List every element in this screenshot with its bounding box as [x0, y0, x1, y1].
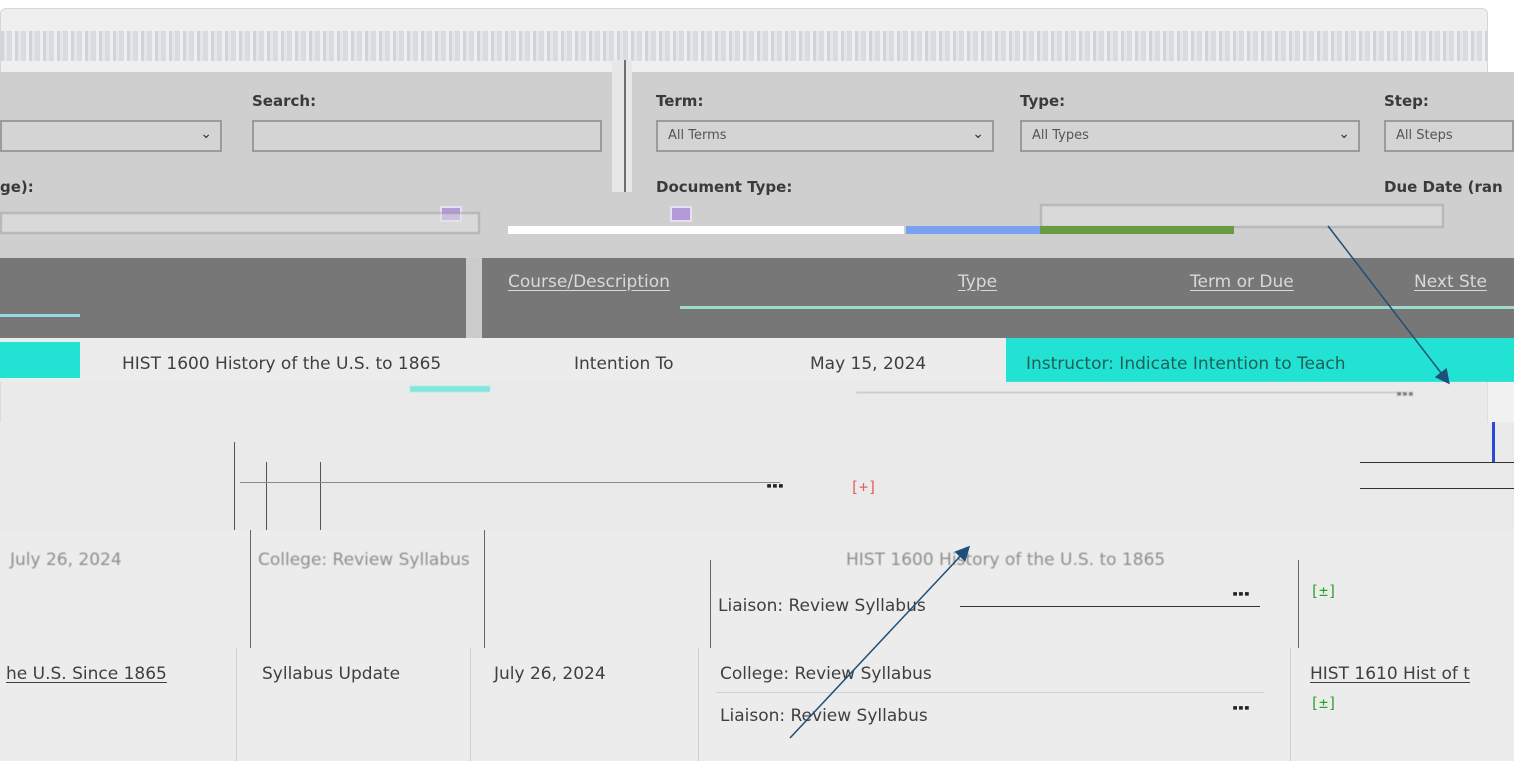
row1-type: Intention To — [574, 354, 674, 374]
color-strip-blue — [906, 226, 1040, 234]
kebab-menu-icon[interactable]: ⋮ — [1229, 584, 1253, 600]
column-resize-handle[interactable] — [612, 60, 632, 192]
chevron-down-icon: ⌄ — [1338, 126, 1350, 142]
row3-step1[interactable]: College: Review Syllabus — [720, 664, 932, 684]
garbled-title-band — [1, 31, 1487, 61]
row3-type: Syllabus Update — [262, 664, 401, 684]
color-strip-white — [508, 226, 904, 234]
header-separator — [466, 258, 482, 338]
column-border — [236, 648, 237, 761]
row-divider — [240, 482, 780, 483]
header-stripe — [680, 306, 1514, 309]
step-label: Step: — [1384, 92, 1429, 110]
row-stripe — [410, 386, 490, 392]
color-strip-green — [1040, 226, 1234, 234]
row2-course[interactable]: HIST 1600 History of the U.S. to 1865 — [846, 550, 1165, 570]
kebab-menu-icon[interactable]: ⋮ — [1393, 384, 1417, 400]
column-border — [234, 442, 235, 530]
column-border — [1290, 648, 1291, 761]
expand-toggle-icon[interactable]: [+] — [850, 478, 877, 496]
type-select[interactable]: All Types ⌄ — [1020, 120, 1360, 152]
table-row[interactable]: ⋮ [+] — [0, 422, 1514, 530]
kebab-menu-icon[interactable]: ⋮ — [763, 476, 787, 492]
step-select[interactable]: All Steps — [1384, 120, 1514, 152]
type-label: Type: — [1020, 92, 1066, 110]
column-border — [484, 530, 485, 648]
row1-step[interactable]: Instructor: Indicate Intention to Teach — [1026, 354, 1346, 374]
row2-step2[interactable]: Liaison: Review Syllabus — [718, 596, 926, 616]
chevron-down-icon: ⌄ — [972, 126, 984, 142]
header-term-due[interactable]: Term or Due — [1190, 272, 1294, 292]
header-course[interactable]: Course/Description — [508, 272, 670, 292]
row3-next-course[interactable]: HIST 1610 Hist of t — [1310, 664, 1470, 684]
expand-toggle-icon[interactable]: [±] — [1310, 694, 1337, 712]
header-stripe — [0, 314, 80, 317]
table-row[interactable]: HIST 1600 History of the U.S. to 1865 In… — [0, 338, 1514, 382]
column-border — [710, 560, 711, 648]
step-select-value: All Steps — [1396, 128, 1453, 143]
document-type-label: Document Type: — [656, 178, 793, 196]
column-border — [1298, 560, 1299, 648]
column-border — [698, 648, 699, 761]
type-select-value: All Types — [1032, 128, 1089, 143]
table-row[interactable]: July 26, 2024 College: Review Syllabus L… — [0, 530, 1514, 648]
chevron-down-icon: ⌄ — [200, 126, 212, 142]
table-header: Course/Description Type Term or Due Next… — [0, 258, 1514, 338]
row-divider — [856, 392, 1404, 393]
column-border — [320, 462, 321, 530]
due-date-label: Due Date (ran — [1384, 178, 1503, 196]
column-border — [470, 648, 471, 761]
column-border — [250, 530, 251, 648]
term-label: Term: — [656, 92, 704, 110]
row-divider — [1360, 488, 1514, 489]
expand-toggle-icon[interactable]: [±] — [1310, 582, 1337, 600]
header-next-step[interactable]: Next Ste — [1414, 272, 1487, 292]
term-select[interactable]: All Terms ⌄ — [656, 120, 994, 152]
term-select-value: All Terms — [668, 128, 727, 143]
row1-course[interactable]: HIST 1600 History of the U.S. to 1865 — [122, 354, 441, 374]
table-row: ⋮ — [0, 382, 1514, 422]
row1-due: May 15, 2024 — [810, 354, 927, 374]
row-divider — [716, 692, 1264, 693]
calendar-icon[interactable] — [670, 206, 692, 222]
row3-date: July 26, 2024 — [494, 664, 606, 684]
row3-course[interactable]: he U.S. Since 1865 — [6, 664, 167, 684]
row1-step-highlight: Instructor: Indicate Intention to Teach — [1006, 338, 1514, 382]
row3-step2[interactable]: Liaison: Review Syllabus — [720, 706, 928, 726]
column-border — [266, 462, 267, 530]
date-range-label: ge): — [0, 178, 34, 196]
row-divider — [960, 606, 1260, 607]
search-input[interactable] — [252, 120, 602, 152]
row2-date: July 26, 2024 — [10, 550, 122, 570]
search-label: Search: — [252, 92, 317, 110]
date-range-input[interactable] — [0, 212, 480, 234]
row2-step1[interactable]: College: Review Syllabus — [258, 550, 470, 570]
row-divider — [1360, 462, 1514, 463]
header-type[interactable]: Type — [958, 272, 997, 292]
first-select[interactable]: ⌄ — [0, 120, 222, 152]
scroll-marker — [1492, 422, 1495, 462]
table-row[interactable]: he U.S. Since 1865 Syllabus Update July … — [0, 648, 1514, 761]
row-status-marker — [0, 342, 80, 378]
document-type-select[interactable] — [1040, 204, 1444, 228]
kebab-menu-icon[interactable]: ⋮ — [1229, 698, 1253, 714]
